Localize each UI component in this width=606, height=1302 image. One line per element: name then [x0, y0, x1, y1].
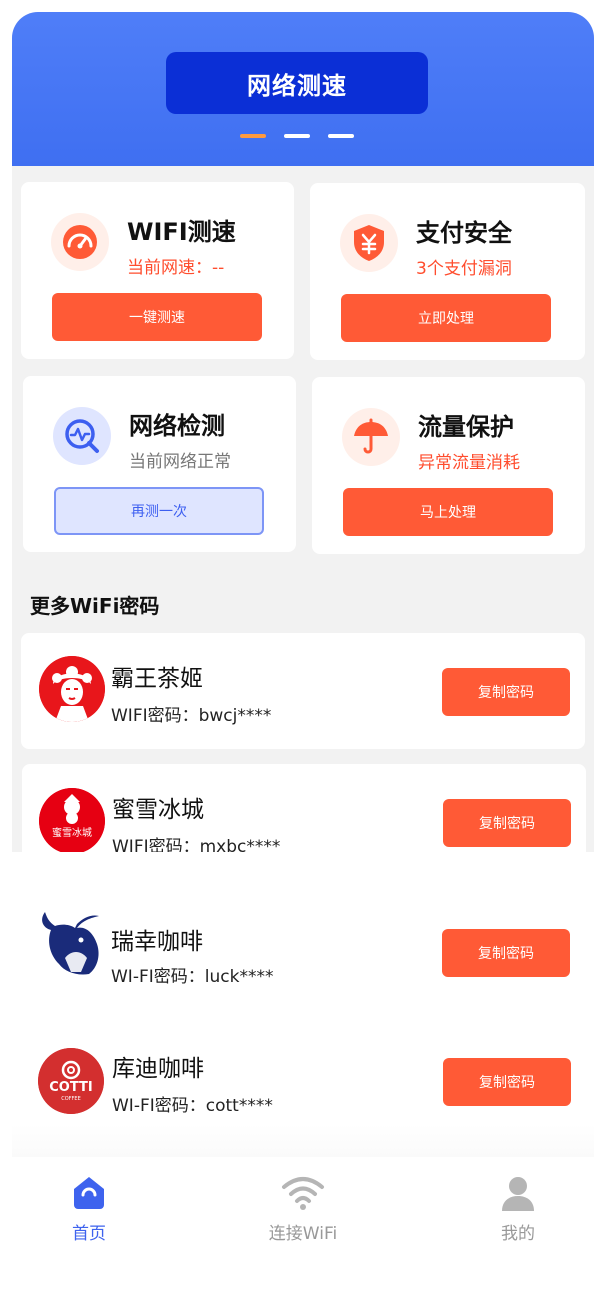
mixue-logo-icon: 蜜雪冰城	[39, 788, 105, 854]
luckin-deer-logo-icon	[35, 910, 107, 988]
wifi-password: WI-FI密码：luck****	[111, 967, 274, 987]
wifi-password: WI-FI密码：cott****	[112, 1096, 273, 1116]
speed-test-button[interactable]: 一键测速	[52, 293, 262, 341]
card-subtitle: 异常流量消耗	[418, 453, 520, 473]
fix-payment-button[interactable]: 立即处理	[341, 294, 551, 342]
fix-traffic-button[interactable]: 马上处理	[343, 488, 553, 536]
shield-yen-icon	[340, 214, 398, 272]
list-item[interactable]: 瑞幸咖啡 WI-FI密码：luck**** 复制密码	[21, 894, 585, 1010]
logo-text: COTTI	[49, 1080, 92, 1095]
card-subtitle: 3个支付漏洞	[416, 259, 512, 279]
carousel-dot-active[interactable]	[240, 134, 266, 138]
card-title: 网络检测	[129, 412, 225, 440]
bottom-tab-bar: 首页 连接WiFi 我的	[12, 1157, 594, 1302]
card-subtitle: 当前网络正常	[129, 452, 231, 472]
shop-name: 霸王茶姬	[111, 666, 203, 692]
card-payment-security: 支付安全 3个支付漏洞 立即处理	[310, 183, 585, 360]
list-item[interactable]: COTTI COFFEE 库迪咖啡 WI-FI密码：cott**** 复制密码	[22, 1023, 586, 1139]
tab-mine[interactable]: 我的	[458, 1175, 578, 1244]
list-item[interactable]: 霸王茶姬 WIFI密码：bwcj**** 复制密码	[21, 633, 585, 749]
card-title: 流量保护	[418, 413, 514, 441]
card-wifi-speed: WIFI测速 当前网速：-- 一键测速	[21, 182, 294, 359]
carousel-dot[interactable]	[284, 134, 310, 138]
card-title: 支付安全	[416, 219, 512, 247]
tab-home[interactable]: 首页	[29, 1175, 149, 1244]
card-subtitle: 当前网速：--	[127, 258, 225, 278]
app-screen: 网络测速 WIFI测速 当前网速：-- 一键测速 支付安全 3个支付漏洞 立即处…	[12, 12, 594, 1302]
network-check-icon	[53, 407, 111, 465]
umbrella-icon	[342, 408, 400, 466]
card-network-check: 网络检测 当前网络正常 再测一次	[23, 376, 296, 552]
copy-password-button[interactable]: 复制密码	[443, 1058, 571, 1106]
copy-password-button[interactable]: 复制密码	[443, 799, 571, 847]
banner-title-button[interactable]: 网络测速	[166, 52, 428, 114]
bawang-chaji-logo-icon	[39, 656, 105, 722]
tab-label: 首页	[72, 1224, 106, 1244]
tab-label: 我的	[501, 1224, 535, 1244]
logo-text: 蜜雪冰城	[52, 826, 92, 839]
wifi-icon	[282, 1177, 324, 1210]
speedometer-icon	[51, 213, 109, 271]
shop-name: 瑞幸咖啡	[111, 929, 203, 955]
tab-connect-wifi[interactable]: 连接WiFi	[243, 1175, 363, 1244]
carousel-dot[interactable]	[328, 134, 354, 138]
header-banner: 网络测速	[12, 12, 594, 166]
shop-name: 蜜雪冰城	[112, 797, 204, 823]
card-traffic-protection: 流量保护 异常流量消耗 马上处理	[312, 377, 585, 554]
carousel-indicator	[240, 134, 354, 138]
user-icon	[502, 1177, 534, 1211]
card-title: WIFI测速	[127, 218, 236, 246]
wifi-password: WIFI密码：bwcj****	[111, 706, 272, 726]
home-icon	[74, 1177, 104, 1209]
logo-subtext: COFFEE	[61, 1096, 81, 1102]
cotti-logo-icon: COTTI COFFEE	[38, 1048, 104, 1114]
tab-label: 连接WiFi	[268, 1224, 338, 1244]
copy-password-button[interactable]: 复制密码	[442, 668, 570, 716]
section-title-more-wifi: 更多WiFi密码	[30, 594, 160, 618]
shop-name: 库迪咖啡	[112, 1056, 204, 1082]
copy-password-button[interactable]: 复制密码	[442, 929, 570, 977]
retest-button[interactable]: 再测一次	[54, 487, 264, 535]
